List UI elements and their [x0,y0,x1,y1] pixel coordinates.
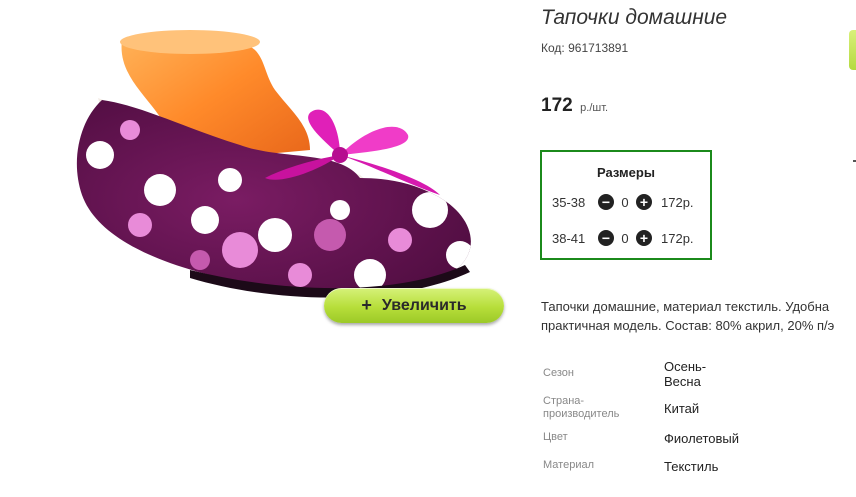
description-line: Тапочки домашние, материал текстиль. Удо… [541,299,830,314]
spec-value-material: Текстиль [664,459,719,474]
description-line: практичная модель. Состав: 80% акрил, 20… [541,318,835,333]
sizes-box: Размеры 35-38 − 0 + 172р. 38-41 − 0 + 17… [540,150,712,260]
size-price: 172р. [661,194,694,210]
size-price: 172р. [661,230,694,246]
code-value: 961713891 [568,41,629,55]
spec-value-color: Фиолетовый [664,431,740,446]
plus-circle-icon[interactable]: + [636,194,652,210]
size-range: 38-41 [552,230,586,246]
sizes-title: Размеры [597,165,655,180]
size-qty: 0 [621,230,629,246]
spec-label-season: Сезон [543,367,574,379]
plus-icon: + [361,295,372,315]
product-description: Тапочки домашние, материал текстиль. Удо… [541,297,856,335]
product-title: Тапочки домашние [541,6,728,29]
size-qty: 0 [621,194,629,210]
spec-value-country: Китай [664,401,700,416]
price-unit: р./шт. [580,102,609,114]
price-row: 172 р./шт. [541,95,608,117]
product-photo[interactable] [40,10,520,330]
spec-value-season: Осень- Весна [664,359,707,389]
minus-circle-icon[interactable]: − [598,194,614,210]
spec-label-country: Страна- производитель [543,395,620,420]
plus-circle-icon[interactable]: + [636,230,652,246]
spec-label-material: Материал [543,459,594,471]
size-row: 35-38 − 0 + 172р. [552,192,694,212]
size-range: 35-38 [552,194,586,210]
zoom-button-label: Увеличить [381,296,467,314]
spec-label-color: Цвет [543,431,568,443]
price-value: 172 [541,95,573,116]
zoom-button[interactable]: + Увеличить [324,288,504,323]
size-row: 38-41 − 0 + 172р. [552,228,694,248]
minus-circle-icon[interactable]: − [598,230,614,246]
product-code: Код: 961713891 [541,41,628,55]
side-button[interactable] [849,30,856,70]
code-label: Код: [541,41,565,55]
